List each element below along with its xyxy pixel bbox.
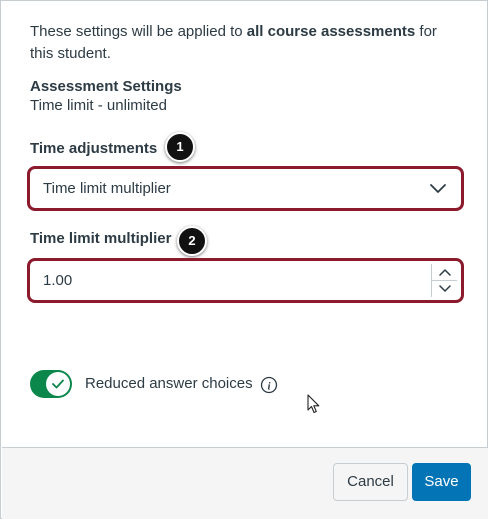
settings-panel: These settings will be applied to all co… [0,0,488,519]
number-stepper [431,264,457,297]
time-adjustments-label: Time adjustments [30,140,158,157]
chevron-down-icon [430,184,446,193]
callout-badge-1: 1 [165,132,195,162]
reduced-answer-choices-toggle[interactable] [30,370,72,398]
svg-text:i: i [267,381,271,393]
assessment-settings-value: Time limit - unlimited [30,97,167,114]
time-limit-multiplier-input[interactable]: 1.00 [27,258,464,303]
intro-prefix: These settings will be applied to [30,23,247,40]
stepper-decrement-button[interactable] [432,280,457,296]
time-limit-multiplier-value: 1.00 [43,272,73,289]
stepper-increment-button[interactable] [432,264,457,280]
time-adjustments-selected-value: Time limit multiplier [43,180,171,197]
time-limit-multiplier-label: Time limit multiplier [30,230,172,247]
dialog-footer: Cancel Save [2,447,488,519]
mouse-pointer-icon [307,394,320,414]
chevron-down-icon [438,284,451,292]
assessment-settings-heading: Assessment Settings [30,78,182,95]
reduced-answer-choices-label: Reduced answer choices [85,375,253,392]
callout-badge-2: 2 [177,226,207,256]
chevron-up-icon [438,269,451,276]
cancel-button[interactable]: Cancel [333,463,408,501]
info-icon[interactable]: i [260,376,278,394]
time-adjustments-select[interactable]: Time limit multiplier [27,166,464,211]
intro-text: These settings will be applied to all co… [30,21,450,65]
checkmark-icon [52,379,64,389]
intro-emphasis: all course assessments [246,23,416,40]
save-button[interactable]: Save [412,463,471,501]
toggle-knob [46,372,70,396]
